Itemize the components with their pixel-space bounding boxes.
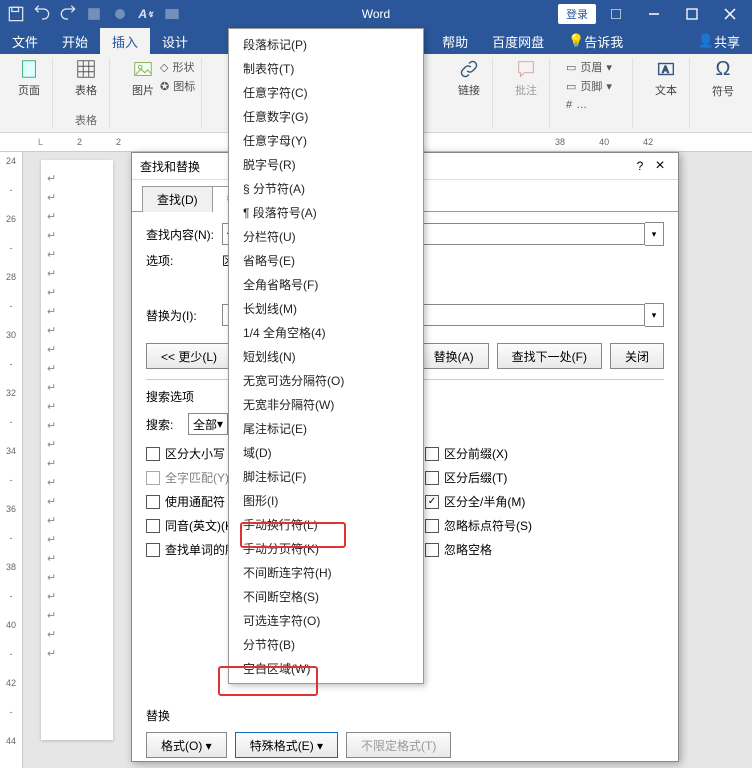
save-icon[interactable] bbox=[6, 4, 26, 24]
dialog-help-icon[interactable]: ? bbox=[630, 159, 650, 173]
dialog-title: 查找和替换 bbox=[140, 158, 200, 175]
table-group-label: 表格 bbox=[75, 112, 97, 128]
cb-half[interactable]: ✓区分全/半角(M) bbox=[425, 493, 664, 510]
undo-icon[interactable] bbox=[32, 4, 52, 24]
cb-space[interactable]: 忽略空格 bbox=[425, 541, 664, 558]
special-format-button[interactable]: 特殊格式(E) ▾ bbox=[235, 732, 338, 758]
format-button[interactable]: 格式(O) ▾ bbox=[146, 732, 227, 758]
menu-field[interactable]: 域(D) bbox=[229, 440, 423, 464]
tab-home[interactable]: 开始 bbox=[50, 28, 100, 54]
clear-format-icon[interactable]: A↯ bbox=[136, 4, 156, 24]
tab-design[interactable]: 设计 bbox=[150, 28, 200, 54]
menu-nb-space[interactable]: 不间断空格(S) bbox=[229, 584, 423, 608]
menu-en-dash[interactable]: 短划线(N) bbox=[229, 344, 423, 368]
group-comment: 批注 bbox=[503, 58, 550, 128]
tab-baidu[interactable]: 百度网盘 bbox=[480, 28, 556, 54]
menu-caret[interactable]: 脱字号(R) bbox=[229, 152, 423, 176]
menu-manual-linebreak[interactable]: 手动换行符(L) bbox=[229, 512, 423, 536]
group-links: 链接 bbox=[446, 58, 493, 128]
less-button[interactable]: << 更少(L) bbox=[146, 343, 232, 369]
quick-access-toolbar: A↯ bbox=[0, 4, 182, 24]
menu-ellipsis[interactable]: 省略号(E) bbox=[229, 248, 423, 272]
menu-manual-pagebreak[interactable]: 手动分页符(K) bbox=[229, 536, 423, 560]
svg-text:A: A bbox=[662, 65, 669, 75]
app-title: Word bbox=[362, 7, 390, 21]
close-button[interactable]: 关闭 bbox=[610, 343, 664, 369]
options-label: 选项: bbox=[146, 252, 222, 269]
ribbon-options-icon[interactable] bbox=[598, 2, 634, 26]
maximize-icon[interactable] bbox=[674, 2, 710, 26]
symbol-button[interactable]: Ω 符号 bbox=[706, 58, 740, 98]
menu-any-char[interactable]: 任意字符(C) bbox=[229, 80, 423, 104]
tab-help[interactable]: 帮助 bbox=[430, 28, 480, 54]
page-button[interactable]: 页面 bbox=[12, 58, 46, 98]
footer-button[interactable]: ▭ 页脚 ▾ bbox=[566, 77, 626, 95]
tab-tellme[interactable]: 💡 告诉我 bbox=[556, 28, 635, 54]
menu-quarter-space[interactable]: 1/4 全角空格(4) bbox=[229, 320, 423, 344]
cb-prefix[interactable]: 区分前缀(X) bbox=[425, 445, 664, 462]
textbox-button[interactable]: A 文本 bbox=[649, 58, 683, 98]
menu-para-sym[interactable]: ¶ 段落符号(A) bbox=[229, 200, 423, 224]
minimize-icon[interactable] bbox=[636, 2, 672, 26]
menu-any-digit[interactable]: 任意数字(G) bbox=[229, 104, 423, 128]
table-button[interactable]: 表格 bbox=[69, 58, 103, 98]
group-illustrations: 图片 ◇ 形状 ✪ 图标 bbox=[120, 58, 202, 128]
menu-graphic[interactable]: 图形(I) bbox=[229, 488, 423, 512]
menu-para-mark[interactable]: 段落标记(P) bbox=[229, 32, 423, 56]
find-label: 查找内容(N): bbox=[146, 226, 222, 243]
menu-full-ellipsis[interactable]: 全角省略号(F) bbox=[229, 272, 423, 296]
cb-punct[interactable]: 忽略标点符号(S) bbox=[425, 517, 664, 534]
icons-button[interactable]: ✪ 图标 bbox=[160, 77, 195, 95]
dialog-close-icon[interactable]: × bbox=[650, 157, 670, 175]
menu-tab[interactable]: 制表符(T) bbox=[229, 56, 423, 80]
group-headerfooter: ▭ 页眉 ▾ ▭ 页脚 ▾ # … bbox=[560, 58, 633, 128]
special-format-menu: 段落标记(P) 制表符(T) 任意字符(C) 任意数字(G) 任意字母(Y) 脱… bbox=[228, 28, 424, 684]
menu-column-break[interactable]: 分栏符(U) bbox=[229, 224, 423, 248]
titlebar: A↯ Word 登录 bbox=[0, 0, 752, 28]
group-table: 表格 表格 bbox=[63, 58, 110, 128]
replace-section-label: 替换 bbox=[146, 707, 664, 724]
menu-any-letter[interactable]: 任意字母(Y) bbox=[229, 128, 423, 152]
replace-all-button-2[interactable]: 替换(A) bbox=[419, 343, 489, 369]
link-button[interactable]: 链接 bbox=[452, 58, 486, 98]
pictures-button[interactable]: 图片 bbox=[126, 58, 160, 98]
find-dropdown-icon[interactable]: ▾ bbox=[645, 222, 664, 246]
replace-label: 替换为(I): bbox=[146, 307, 222, 324]
menu-opt-break[interactable]: 无宽可选分隔符(O) bbox=[229, 368, 423, 392]
tab-insert[interactable]: 插入 bbox=[100, 28, 150, 54]
pagenum-button[interactable]: # … bbox=[566, 96, 626, 114]
cb-suffix[interactable]: 区分后缀(T) bbox=[425, 469, 664, 486]
group-page: 页面 bbox=[6, 58, 53, 128]
group-text: A 文本 bbox=[643, 58, 690, 128]
qat-icon-7[interactable] bbox=[162, 4, 182, 24]
search-scope-select[interactable]: 全部 ▾ bbox=[188, 413, 228, 435]
comment-button[interactable]: 批注 bbox=[509, 58, 543, 98]
menu-nb-hyphen[interactable]: 不间断连字符(H) bbox=[229, 560, 423, 584]
redo-icon[interactable] bbox=[58, 4, 78, 24]
menu-nowidth-nonbreak[interactable]: 无宽非分隔符(W) bbox=[229, 392, 423, 416]
vertical-ruler: 24-26- 28-30- 32-34- 36-38- 40-42- 44-46 bbox=[0, 152, 23, 768]
header-button[interactable]: ▭ 页眉 ▾ bbox=[566, 58, 626, 76]
replace-dropdown-icon[interactable]: ▾ bbox=[645, 303, 664, 327]
menu-opt-hyphen[interactable]: 可选连字符(O) bbox=[229, 608, 423, 632]
dialog-tab-find[interactable]: 查找(D) bbox=[142, 186, 213, 212]
no-format-button[interactable]: 不限定格式(T) bbox=[346, 732, 451, 758]
menu-section-break[interactable]: 分节符(B) bbox=[229, 632, 423, 656]
search-dir-label: 搜索: bbox=[146, 416, 188, 433]
tab-file[interactable]: 文件 bbox=[0, 28, 50, 54]
shapes-button[interactable]: ◇ 形状 bbox=[160, 58, 195, 76]
qat-icon-5[interactable] bbox=[110, 4, 130, 24]
menu-whitespace[interactable]: 空白区域(W) bbox=[229, 656, 423, 680]
page-edge: ↵↵↵↵ ↵↵↵↵ ↵↵↵↵ ↵↵↵↵ ↵↵↵↵ ↵↵↵↵ ↵↵ bbox=[41, 160, 113, 740]
menu-section-sym[interactable]: § 分节符(A) bbox=[229, 176, 423, 200]
login-button[interactable]: 登录 bbox=[558, 4, 596, 24]
qat-icon-4[interactable] bbox=[84, 4, 104, 24]
tab-share[interactable]: 👤 共享 bbox=[686, 28, 752, 54]
group-symbol: Ω 符号 bbox=[700, 58, 746, 128]
menu-footnote[interactable]: 脚注标记(F) bbox=[229, 464, 423, 488]
find-next-button[interactable]: 查找下一处(F) bbox=[497, 343, 602, 369]
close-window-icon[interactable] bbox=[712, 2, 748, 26]
menu-em-dash[interactable]: 长划线(M) bbox=[229, 296, 423, 320]
menu-endnote[interactable]: 尾注标记(E) bbox=[229, 416, 423, 440]
